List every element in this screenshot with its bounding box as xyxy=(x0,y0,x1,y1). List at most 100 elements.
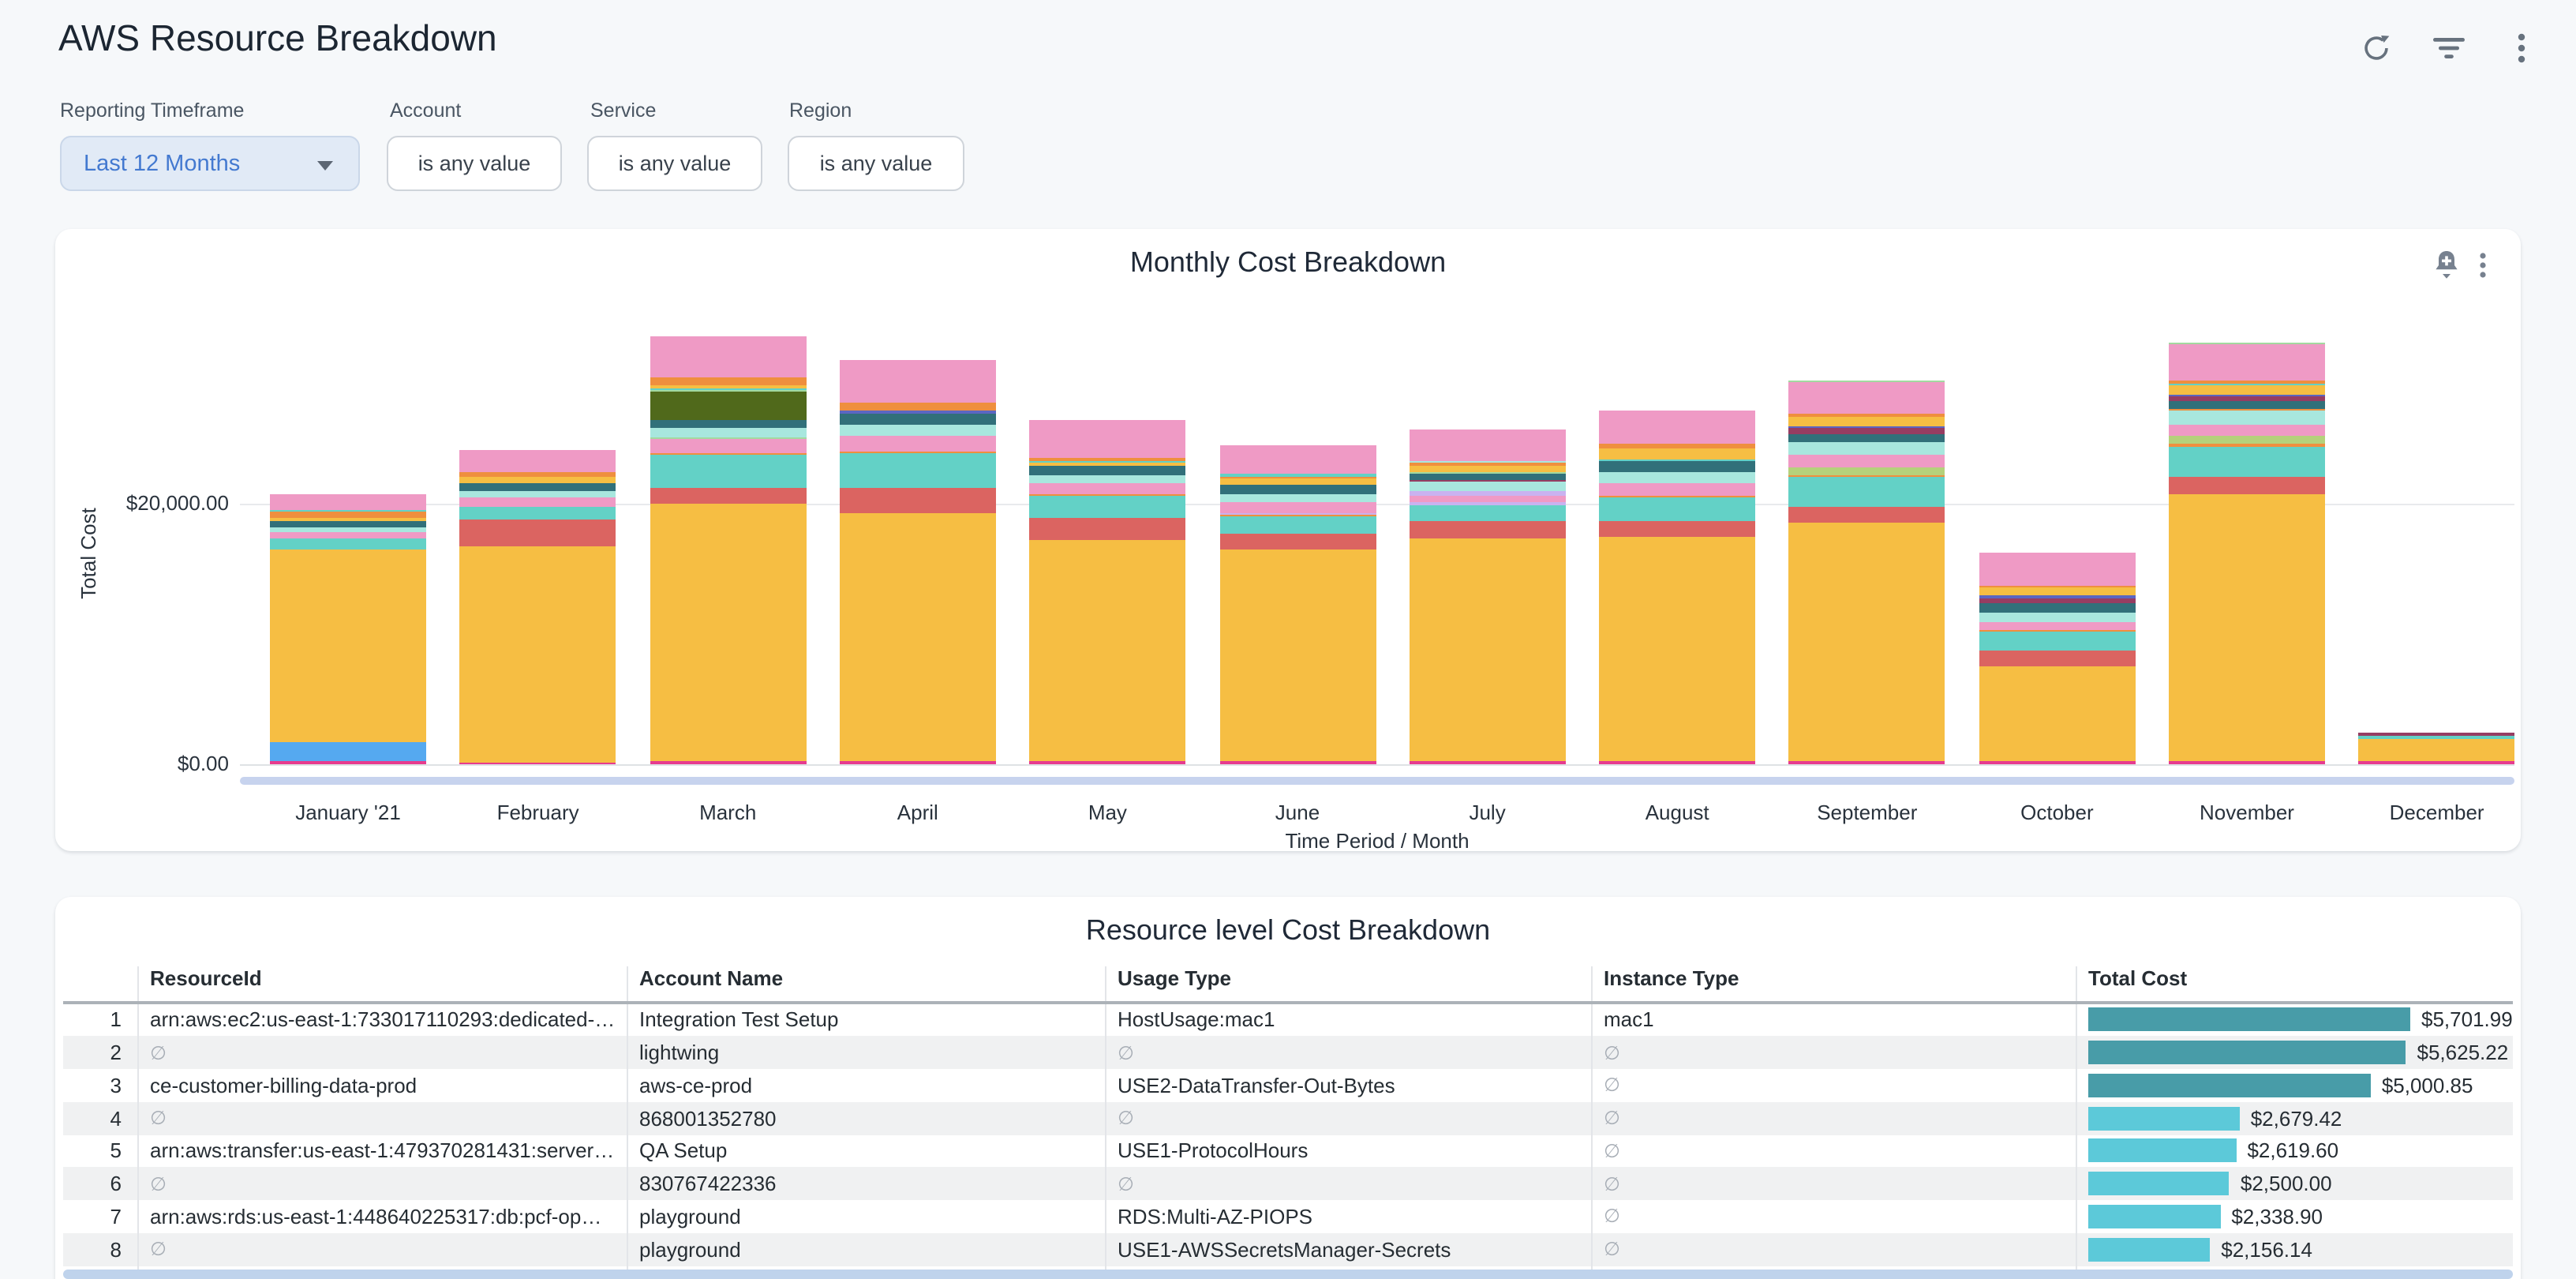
bar-segment-magenta[interactable] xyxy=(1029,762,1185,764)
bar-segment-teal[interactable] xyxy=(1219,474,1376,477)
bar-segment-darkteal[interactable] xyxy=(460,483,616,490)
bar-segment-olive[interactable] xyxy=(650,392,806,419)
bar-segment-darkteal[interactable] xyxy=(840,414,996,424)
bar-segment-indigo[interactable] xyxy=(1789,426,1945,429)
bar-segment-teal[interactable] xyxy=(1410,506,1566,522)
bar-segment-maroon[interactable] xyxy=(1410,480,1566,482)
stacked-bar[interactable] xyxy=(1599,410,1755,764)
more-vert-icon[interactable] xyxy=(2503,30,2538,65)
bar-segment-pink[interactable] xyxy=(650,438,806,454)
bar-segment-yellow[interactable] xyxy=(650,504,806,762)
bar-segment-yellow[interactable] xyxy=(1029,540,1185,762)
bar-segment-teal[interactable] xyxy=(650,456,806,488)
bar-segment-magenta[interactable] xyxy=(650,762,806,764)
region-filter[interactable]: is any value xyxy=(788,136,964,191)
bar-segment-indigo[interactable] xyxy=(840,411,996,414)
bar-segment-darkteal[interactable] xyxy=(1219,485,1376,493)
bar-segment-darkteal[interactable] xyxy=(1410,473,1566,479)
bar-segment-pink[interactable] xyxy=(1599,483,1755,495)
bar-segment-indigo[interactable] xyxy=(1979,596,2135,598)
bar-segment-lightcyan[interactable] xyxy=(2169,411,2325,424)
bar-segment-darkteal[interactable] xyxy=(2169,401,2325,410)
bar-segment-darkteal[interactable] xyxy=(650,420,806,428)
bar-segment-teal[interactable] xyxy=(840,454,996,488)
table-row[interactable]: 7arn:aws:rds:us-east-1:448640225317:db:p… xyxy=(63,1200,2513,1233)
bar-segment-lavender[interactable] xyxy=(1410,492,1566,496)
bar-segment-orange[interactable] xyxy=(1029,458,1185,462)
bar-segment-yellow[interactable] xyxy=(2169,495,2325,762)
account-filter[interactable]: is any value xyxy=(387,136,562,191)
bar-segment-green[interactable] xyxy=(2169,343,2325,345)
bar-segment-green[interactable] xyxy=(650,391,806,392)
bar-segment-yellow[interactable] xyxy=(1789,522,1945,762)
bar-segment-pink[interactable] xyxy=(1789,381,1945,414)
bar-segment-yellow[interactable] xyxy=(1599,448,1755,459)
page-horizontal-scrollbar[interactable] xyxy=(63,1270,2513,1279)
bar-segment-red[interactable] xyxy=(1219,533,1376,549)
chart-horizontal-scrollbar[interactable] xyxy=(240,777,2514,785)
column-header-total-cost[interactable]: Total Cost xyxy=(2076,966,2513,1000)
bar-segment-teal[interactable] xyxy=(1219,517,1376,533)
stacked-bar[interactable] xyxy=(650,336,806,764)
table-row[interactable]: 6∅830767422336∅∅$2,500.00 xyxy=(63,1168,2513,1201)
stacked-bar[interactable] xyxy=(1029,420,1185,764)
bar-segment-pink[interactable] xyxy=(1410,429,1566,460)
bar-segment-magenta[interactable] xyxy=(1219,762,1376,764)
bar-segment-pink[interactable] xyxy=(270,494,426,509)
bar-segment-teal[interactable] xyxy=(650,388,806,391)
stacked-bar[interactable] xyxy=(1219,445,1376,764)
bar-segment-yellow[interactable] xyxy=(1789,417,1945,426)
bar-segment-darkteal[interactable] xyxy=(1979,603,2135,613)
bar-segment-lightcyan[interactable] xyxy=(1410,461,1566,463)
column-header-account-name[interactable]: Account Name xyxy=(627,966,1105,1000)
bar-segment-lightcyan[interactable] xyxy=(270,527,426,532)
bar-segment-pink[interactable] xyxy=(1029,484,1185,494)
bar-segment-orange[interactable] xyxy=(270,512,426,518)
filter-icon[interactable] xyxy=(2431,30,2466,65)
bar-segment-pink[interactable] xyxy=(1789,455,1945,467)
bar-segment-orange[interactable] xyxy=(1979,585,2135,587)
bar-segment-orange[interactable] xyxy=(1599,496,1755,498)
timeframe-dropdown[interactable]: Last 12 Months xyxy=(60,136,360,191)
bar-segment-yellow[interactable] xyxy=(1219,479,1376,486)
bar-segment-magenta[interactable] xyxy=(1789,762,1945,764)
bar-segment-magenta[interactable] xyxy=(1599,762,1755,764)
bar-segment-teal[interactable] xyxy=(1979,632,2135,650)
bar-segment-teal[interactable] xyxy=(2169,446,2325,478)
bar-segment-orange[interactable] xyxy=(1219,516,1376,517)
table-row[interactable]: 5arn:aws:transfer:us-east-1:479370281431… xyxy=(63,1135,2513,1168)
bar-segment-lavender[interactable] xyxy=(1410,503,1566,506)
bar-segment-lime[interactable] xyxy=(2169,437,2325,444)
bar-segment-lightcyan[interactable] xyxy=(1979,613,2135,622)
bar-segment-pink[interactable] xyxy=(1219,445,1376,474)
bar-segment-pink[interactable] xyxy=(650,336,806,377)
column-header-usage-type[interactable]: Usage Type xyxy=(1105,966,1591,1000)
bar-segment-lightcyan[interactable] xyxy=(1599,471,1755,483)
bar-segment-yellow[interactable] xyxy=(1410,466,1566,472)
bar-segment-maroon[interactable] xyxy=(2169,396,2325,401)
bar-segment-lightcyan[interactable] xyxy=(1219,493,1376,503)
bar-segment-darkteal[interactable] xyxy=(1789,433,1945,441)
bar-segment-yellow[interactable] xyxy=(1979,587,2135,595)
bar-segment-orange[interactable] xyxy=(460,471,616,478)
bar-segment-orange[interactable] xyxy=(840,402,996,411)
column-header-resourceid[interactable]: ResourceId xyxy=(137,966,627,1000)
bar-segment-red[interactable] xyxy=(1599,521,1755,536)
bar-segment-yellow[interactable] xyxy=(270,518,426,521)
bar-segment-pink[interactable] xyxy=(2169,345,2325,381)
bar-segment-yellow[interactable] xyxy=(2359,738,2515,762)
bar-segment-pink[interactable] xyxy=(460,450,616,471)
stacked-bar[interactable] xyxy=(1789,380,1945,764)
bar-segment-teal[interactable] xyxy=(270,509,426,512)
stacked-bar[interactable] xyxy=(1410,429,1566,764)
table-row[interactable]: 8∅playgroundUSE1-AWSSecretsManager-Secre… xyxy=(63,1233,2513,1266)
bar-segment-red[interactable] xyxy=(1410,522,1566,538)
bar-segment-pink[interactable] xyxy=(1219,503,1376,513)
bar-segment-magenta[interactable] xyxy=(1979,762,2135,764)
bar-segment-red[interactable] xyxy=(840,488,996,512)
bar-segment-pink[interactable] xyxy=(1029,420,1185,458)
bar-segment-red[interactable] xyxy=(460,519,616,546)
bar-segment-darkteal[interactable] xyxy=(1029,467,1185,474)
bar-segment-orange[interactable] xyxy=(2169,381,2325,384)
bar-segment-orange[interactable] xyxy=(1789,474,1945,476)
